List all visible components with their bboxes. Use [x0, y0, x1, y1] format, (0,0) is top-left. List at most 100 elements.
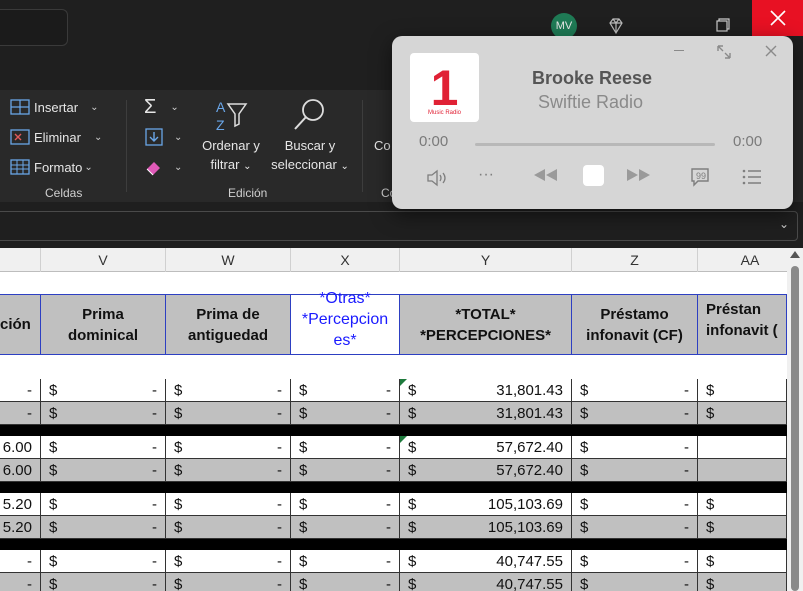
formula-input[interactable]: ⌄ [0, 211, 798, 241]
minimize-icon[interactable] [674, 50, 684, 51]
table-cell[interactable]: 6.00 [0, 459, 41, 482]
table-cell[interactable]: $ [698, 550, 787, 573]
table-cell[interactable]: $ - [41, 516, 166, 539]
table-cell[interactable]: $ - [166, 402, 291, 425]
format-button[interactable]: Formato ⌄ [10, 158, 93, 176]
table-cell[interactable]: $ - [166, 436, 291, 459]
column-header-y[interactable]: Y [400, 248, 572, 272]
table-cell[interactable]: $31,801.43 [400, 379, 572, 402]
table-cell[interactable]: $ - [166, 379, 291, 402]
table-cell[interactable]: $ - [572, 493, 698, 516]
table-cell[interactable]: $ - [166, 493, 291, 516]
column-header-x[interactable]: X [291, 248, 400, 272]
table-cell[interactable]: $ - [291, 573, 400, 591]
close-icon[interactable] [765, 45, 777, 57]
table-cell[interactable]: $ - [41, 550, 166, 573]
column-header[interactable] [0, 248, 41, 272]
table-cell[interactable]: $ [698, 379, 787, 402]
table-cell[interactable]: $105,103.69 [400, 516, 572, 539]
table-cell[interactable] [698, 459, 787, 482]
magnifier-icon[interactable] [291, 96, 329, 134]
autosum-button[interactable]: Σ ⌄ [144, 96, 179, 119]
vertical-scrollbar[interactable] [787, 248, 803, 591]
table-cell[interactable]: $ - [41, 493, 166, 516]
volume-icon[interactable] [426, 169, 450, 187]
header-cell[interactable]: Préstamo infonavit (CF) [572, 294, 698, 355]
clear-button[interactable]: ⌄ [144, 158, 182, 176]
delete-button[interactable]: Eliminar ⌄ [10, 128, 102, 146]
table-cell[interactable]: $ - [166, 550, 291, 573]
partial-ribbon-label[interactable]: Co [374, 136, 391, 155]
more-options-icon[interactable]: ··· [478, 166, 494, 184]
header-cell[interactable]: ción [0, 294, 41, 355]
table-cell[interactable]: $57,672.40 [400, 436, 572, 459]
search-box[interactable] [0, 9, 68, 46]
spreadsheet-grid[interactable]: ción Prima dominical Prima de antiguedad *… [0, 272, 787, 591]
table-cell[interactable]: $ - [291, 402, 400, 425]
header-cell[interactable]: Prima dominical [41, 294, 166, 355]
table-cell[interactable]: $ - [291, 493, 400, 516]
close-button[interactable] [752, 0, 803, 36]
header-cell[interactable]: Préstan infonavit ( [698, 294, 787, 355]
progress-bar[interactable] [475, 143, 715, 146]
sort-filter-button[interactable]: Ordenar y filtrar ⌄ [196, 136, 266, 176]
table-cell[interactable]: - [0, 379, 41, 402]
stop-button[interactable] [583, 165, 604, 186]
table-cell[interactable]: $ [698, 402, 787, 425]
table-cell[interactable]: $ - [291, 436, 400, 459]
table-cell[interactable]: $ - [166, 516, 291, 539]
restore-icon[interactable] [716, 18, 730, 32]
column-header-z[interactable]: Z [572, 248, 698, 272]
table-cell[interactable]: $ - [572, 436, 698, 459]
table-cell[interactable]: $40,747.55 [400, 550, 572, 573]
column-header-w[interactable]: W [166, 248, 291, 272]
scroll-up-icon[interactable] [790, 251, 800, 258]
table-cell[interactable]: $57,672.40 [400, 459, 572, 482]
table-cell[interactable]: $ - [291, 516, 400, 539]
sort-filter-icon[interactable]: A Z [212, 96, 250, 134]
table-cell[interactable]: $105,103.69 [400, 493, 572, 516]
table-cell[interactable]: $ - [572, 573, 698, 591]
table-cell[interactable]: $ - [41, 436, 166, 459]
header-cell[interactable]: Prima de antiguedad [166, 294, 291, 355]
table-cell[interactable]: 5.20 [0, 493, 41, 516]
table-cell[interactable]: $ - [41, 573, 166, 591]
table-cell[interactable]: $ - [291, 379, 400, 402]
table-cell[interactable]: $ - [291, 550, 400, 573]
table-cell[interactable]: $ - [572, 550, 698, 573]
chevron-down-icon[interactable]: ⌄ [779, 217, 789, 231]
next-icon[interactable] [626, 167, 652, 183]
table-cell[interactable] [698, 436, 787, 459]
fill-button[interactable]: ⌄ [144, 128, 182, 146]
header-cell[interactable]: *Otras* *Percepcion es* [291, 290, 400, 355]
table-cell[interactable]: $ - [41, 402, 166, 425]
table-cell[interactable]: $ [698, 493, 787, 516]
scrollbar-thumb[interactable] [791, 266, 799, 591]
table-cell[interactable]: $ - [572, 402, 698, 425]
table-cell[interactable]: $ - [572, 379, 698, 402]
diamond-icon[interactable] [606, 16, 626, 36]
table-cell[interactable]: $ - [291, 459, 400, 482]
table-cell[interactable]: 6.00 [0, 436, 41, 459]
queue-icon[interactable] [742, 169, 762, 185]
expand-icon[interactable] [716, 44, 732, 60]
lyrics-icon[interactable]: 99 [690, 167, 710, 187]
table-cell[interactable]: $31,801.43 [400, 402, 572, 425]
column-header-v[interactable]: V [41, 248, 166, 272]
table-cell[interactable]: $ - [572, 459, 698, 482]
insert-button[interactable]: Insertar ⌄ [10, 98, 98, 116]
table-cell[interactable]: $ [698, 516, 787, 539]
table-cell[interactable]: - [0, 402, 41, 425]
table-cell[interactable]: - [0, 550, 41, 573]
table-cell[interactable]: $ - [166, 459, 291, 482]
table-cell[interactable]: 5.20 [0, 516, 41, 539]
table-cell[interactable]: $40,747.55 [400, 573, 572, 591]
table-cell[interactable]: $ - [41, 459, 166, 482]
table-cell[interactable]: $ - [166, 573, 291, 591]
header-cell[interactable]: *TOTAL* *PERCEPCIONES* [400, 294, 572, 355]
table-cell[interactable]: $ [698, 573, 787, 591]
table-cell[interactable]: $ - [572, 516, 698, 539]
table-cell[interactable]: $ - [41, 379, 166, 402]
find-select-button[interactable]: Buscar y seleccionar ⌄ [268, 136, 352, 176]
previous-icon[interactable] [532, 167, 558, 183]
